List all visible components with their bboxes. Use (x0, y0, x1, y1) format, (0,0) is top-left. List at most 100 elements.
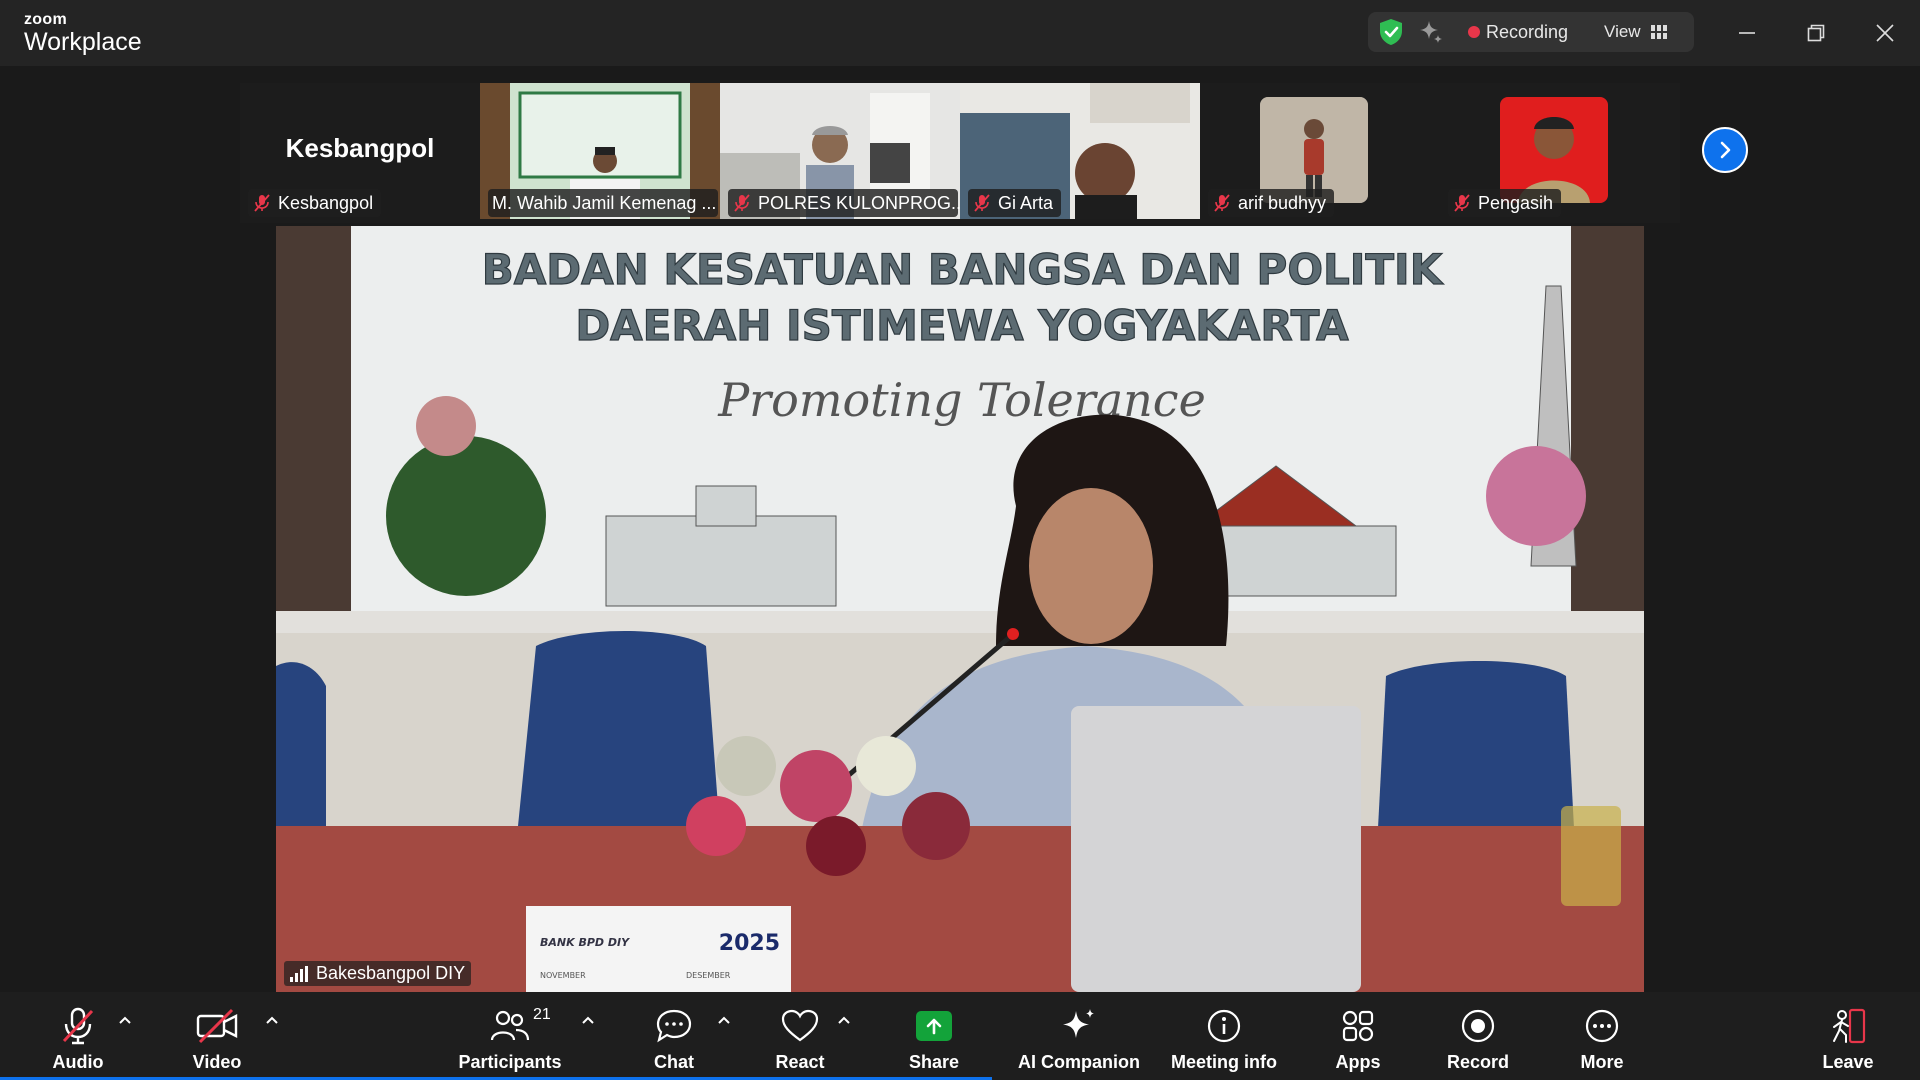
restore-icon (1807, 24, 1825, 42)
info-icon (1207, 1009, 1241, 1043)
flowers-right (1486, 446, 1586, 546)
record-icon (1461, 1009, 1495, 1043)
view-button[interactable]: View (1604, 22, 1667, 42)
participant-strip: Kesbangpol Kesbangpol M. Wahib Jamil Kem… (240, 83, 1748, 223)
apps-icon (1342, 1010, 1374, 1042)
record-button[interactable]: Record (1438, 992, 1518, 1080)
meeting-status-pill: Recording View (1368, 12, 1694, 52)
share-label: Share (908, 1052, 960, 1072)
more-label: More (1580, 1052, 1624, 1072)
close-icon (1876, 24, 1894, 42)
mic-muted-icon (1454, 194, 1470, 212)
speaker-face (1029, 488, 1153, 644)
participant-tile[interactable]: Pengasih (1440, 83, 1680, 219)
restore-button[interactable] (1799, 16, 1833, 50)
chat-button[interactable]: Chat (634, 992, 714, 1080)
mic-muted-icon (1214, 194, 1230, 212)
video-options-chevron-up-icon[interactable] (264, 1012, 280, 1028)
banner-line-2: DAERAH ISTIMEWA YOGYAKARTA (575, 301, 1349, 350)
participants-label: Participants (458, 1052, 562, 1072)
participant-tile[interactable]: arif budhyy (1200, 83, 1440, 219)
calendar-brand: BANK BPD DIY (540, 936, 630, 949)
chat-options-chevron-up-icon[interactable] (716, 1012, 732, 1028)
participants-count: 21 (533, 1006, 551, 1023)
calendar-month-1: NOVEMBER (540, 971, 586, 980)
leave-button[interactable]: Leave (1808, 992, 1888, 1080)
participants-options-chevron-up-icon[interactable] (580, 1012, 596, 1028)
brand-top: zoom (24, 11, 67, 28)
speaker-name: Bakesbangpol DIY (316, 963, 466, 983)
next-page-button[interactable] (1702, 127, 1748, 173)
participant-name: Gi Arta (998, 192, 1054, 213)
shield-check-icon[interactable] (1378, 18, 1404, 46)
participant-name-tag: Pengasih (1448, 189, 1562, 217)
participant-name: M. Wahib Jamil Kemenag ... (492, 192, 717, 213)
brand-bottom: Workplace (24, 28, 142, 56)
mic-muted-icon (974, 194, 990, 212)
recording-label[interactable]: Recording (1486, 22, 1568, 43)
participant-name-tag: POLRES KULONPROG... (728, 189, 960, 217)
glass-jar (1561, 806, 1621, 906)
title-bar: zoom Workplace Recording View (0, 0, 1920, 66)
react-options-chevron-up-icon[interactable] (836, 1012, 852, 1028)
video-button[interactable]: Video (177, 992, 257, 1080)
video-off-icon (196, 1008, 238, 1044)
mic-muted-icon (734, 194, 750, 212)
minimize-icon (1739, 32, 1755, 34)
laptop (1071, 706, 1361, 992)
ai-sparkle-icon (1063, 1009, 1094, 1038)
close-window-button[interactable] (1868, 16, 1902, 50)
ai-companion-label: AI Companion (1018, 1052, 1140, 1072)
calendar-year: 2025 (719, 931, 780, 956)
speaker-name-tag: Bakesbangpol DIY (284, 961, 472, 986)
minimize-button[interactable] (1730, 16, 1764, 50)
share-button[interactable]: Share (894, 992, 974, 1080)
participant-tile[interactable]: Kesbangpol Kesbangpol (240, 83, 480, 219)
react-label: React (775, 1052, 825, 1072)
participant-name: POLRES KULONPROG... (758, 192, 960, 213)
recording-dot-icon (1468, 26, 1480, 38)
heart-icon (781, 1009, 819, 1042)
participant-avatar (1500, 97, 1608, 203)
participant-name-tag: Gi Arta (968, 189, 1062, 217)
participant-name-tag: Kesbangpol (248, 189, 382, 217)
signal-strength-icon (290, 965, 308, 982)
participant-tile[interactable]: Gi Arta (960, 83, 1200, 219)
video-label: Video (192, 1052, 242, 1072)
audio-options-chevron-up-icon[interactable] (117, 1012, 133, 1028)
meeting-info-button[interactable]: Meeting info (1168, 992, 1280, 1080)
participants-icon (490, 1010, 530, 1041)
chat-icon (656, 1009, 692, 1043)
sparkle-icon[interactable] (1418, 19, 1444, 45)
participant-name-tag: arif budhyy (1208, 189, 1335, 217)
apps-button[interactable]: Apps (1318, 992, 1398, 1080)
meeting-toolbar: Audio Video Participants 21 Chat React S… (0, 992, 1920, 1080)
apps-label: Apps (1335, 1052, 1381, 1072)
plant-left (386, 436, 546, 596)
grid-icon (1650, 25, 1667, 39)
participant-name: arif budhyy (1238, 192, 1327, 213)
more-icon (1585, 1009, 1619, 1043)
chevron-right-icon (1720, 141, 1731, 159)
mic-muted-icon (254, 194, 270, 212)
more-button[interactable]: More (1562, 992, 1642, 1080)
view-label: View (1604, 22, 1641, 41)
ai-companion-button[interactable]: AI Companion (1016, 992, 1142, 1080)
react-button[interactable]: React (760, 992, 840, 1080)
leave-icon (1833, 1008, 1866, 1044)
active-speaker-video[interactable]: BADAN KESATUAN BANGSA DAN POLITIK DAERAH… (276, 226, 1644, 992)
calendar-month-2: DESEMBER (686, 971, 731, 980)
leave-label: Leave (1822, 1052, 1874, 1072)
record-label: Record (1446, 1052, 1509, 1072)
participant-avatar (1260, 97, 1368, 203)
participant-name-tag: M. Wahib Jamil Kemenag ... (488, 189, 718, 217)
participant-display-name: Kesbangpol (285, 133, 435, 163)
participant-tile[interactable]: M. Wahib Jamil Kemenag ... (480, 83, 720, 219)
share-screen-icon (916, 1011, 952, 1041)
banner-line-1: BADAN KESATUAN BANGSA DAN POLITIK (482, 245, 1444, 294)
speaker-video-scene: BADAN KESATUAN BANGSA DAN POLITIK DAERAH… (276, 226, 1644, 992)
meeting-info-label: Meeting info (1171, 1052, 1277, 1072)
participant-tile[interactable]: POLRES KULONPROG... (720, 83, 960, 219)
participant-name: Kesbangpol (278, 192, 374, 213)
audio-button[interactable]: Audio (38, 992, 118, 1080)
